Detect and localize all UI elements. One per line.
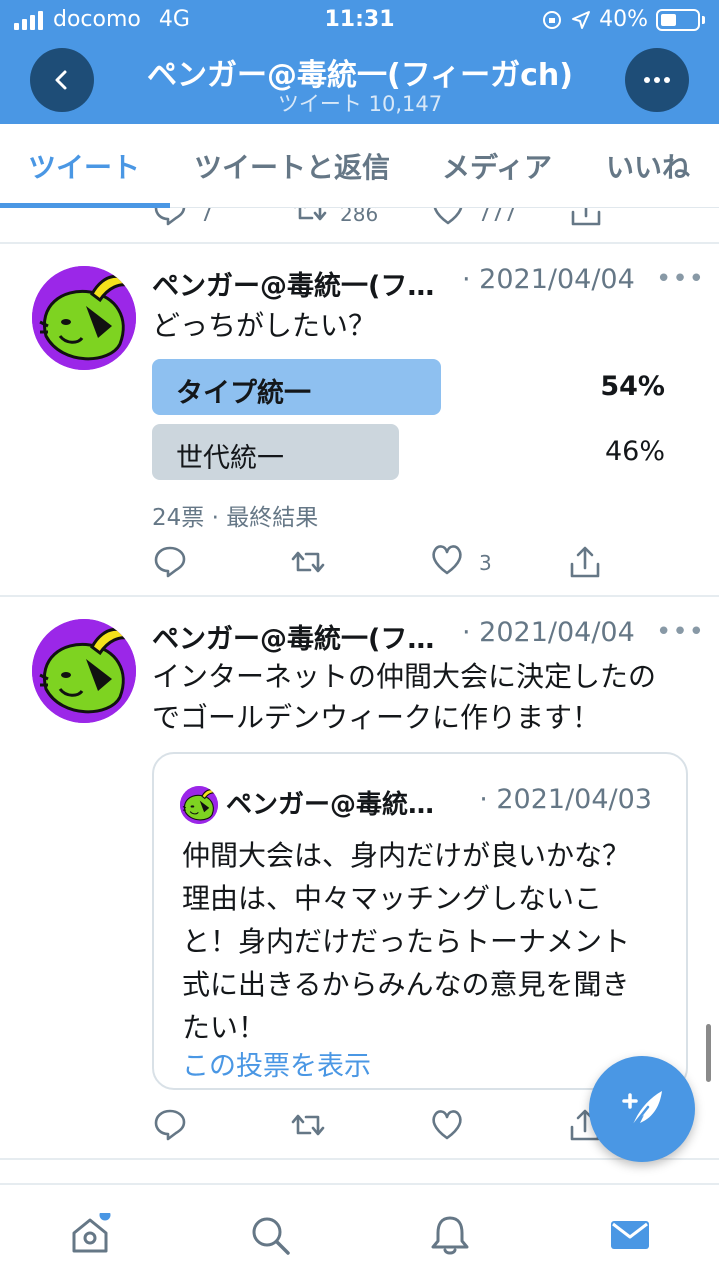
poll-results-meta: 24票 · 最終結果 xyxy=(152,505,319,531)
retweet-count: 286 xyxy=(340,208,379,226)
tab-media[interactable]: メディア xyxy=(442,146,552,186)
back-button[interactable] xyxy=(30,48,94,112)
reply-count: 7 xyxy=(200,208,213,226)
tweet-more-icon[interactable]: ••• xyxy=(656,264,705,294)
nav-home[interactable] xyxy=(68,1209,112,1257)
tab-likes[interactable]: いいね xyxy=(606,146,690,186)
tweet-author-name[interactable]: ペンガー@毒統一(フ… xyxy=(152,617,434,656)
tweet-date: · 2021/04/04 xyxy=(462,264,635,295)
bottom-navigation xyxy=(0,1183,719,1280)
quote-text-line: 仲間大会は、身内だけが良いかな？ xyxy=(182,839,631,872)
view-poll-link[interactable]: この投票を表示 xyxy=(182,1044,371,1083)
share-icon[interactable] xyxy=(568,208,604,228)
profile-header: docomo 4G 11:31 40% ペンガー@毒統一(フィーガch) ツイー… xyxy=(0,0,719,124)
status-bar: docomo 4G 11:31 40% xyxy=(0,0,719,40)
rotation-lock-icon xyxy=(543,10,562,29)
quote-text: 仲間大会は、身内だけが良いかな？ 理由は、中々マッチングしないこ と！身内だけだ… xyxy=(182,834,630,1049)
profile-tabs: ツイート ツイートと返信 メディア いいね xyxy=(0,124,719,208)
location-icon xyxy=(572,10,591,29)
tweet-text: どっちがしたい？ xyxy=(152,309,377,342)
tweet-divider xyxy=(0,595,719,597)
like-icon[interactable] xyxy=(429,1107,465,1143)
tweet-more-icon[interactable]: ••• xyxy=(656,617,705,647)
back-arrow-icon xyxy=(55,70,67,90)
tweet-text-line: インターネットの仲間大会に決定したの xyxy=(152,660,657,693)
poll-option-percent: 54% xyxy=(600,371,665,402)
more-icon xyxy=(644,77,670,83)
like-count: 3 xyxy=(479,551,492,575)
nav-search[interactable] xyxy=(248,1213,292,1257)
quote-text-line: 式に出きるからみんなの意見を聞き xyxy=(182,968,630,1001)
retweet-icon[interactable] xyxy=(290,544,326,580)
poll-option-percent: 46% xyxy=(604,436,665,467)
nav-notifications[interactable] xyxy=(428,1213,472,1257)
tweet-text-line: でゴールデンウィークに作ります！ xyxy=(152,701,601,734)
notifications-icon xyxy=(431,1216,469,1255)
search-icon xyxy=(252,1217,290,1255)
tweet-count: ツイート 10,147 xyxy=(277,92,443,116)
quote-text-line: たい！ xyxy=(182,1011,267,1044)
tab-tweets[interactable]: ツイート xyxy=(28,146,140,186)
share-icon[interactable] xyxy=(567,544,603,580)
like-count: 777 xyxy=(478,208,517,226)
battery-percent: 40% xyxy=(599,7,648,32)
tweet-author-name[interactable]: ペンガー@毒統一(フ… xyxy=(152,264,434,303)
tweet-divider xyxy=(0,1158,719,1160)
tab-tweets-and-replies[interactable]: ツイートと返信 xyxy=(194,146,390,186)
quote-avatar xyxy=(180,786,218,824)
avatar[interactable] xyxy=(32,266,136,370)
tweet-divider xyxy=(0,242,719,244)
quote-date: · 2021/04/03 xyxy=(479,784,652,815)
like-icon[interactable] xyxy=(429,542,465,578)
home-icon xyxy=(72,1209,111,1253)
reply-icon[interactable] xyxy=(152,1107,188,1143)
compose-icon xyxy=(622,1091,662,1129)
quote-author-name: ペンガー@毒統… xyxy=(226,790,435,820)
reply-icon[interactable] xyxy=(152,544,188,580)
retweet-icon[interactable] xyxy=(290,1107,326,1143)
quote-text-line: 理由は、中々マッチングしないこ xyxy=(182,882,603,915)
tweet-feed: 7 286 777 ペンガー@毒統一(フ… · 2021/04/04 ••• ど… xyxy=(0,208,719,1183)
poll-option-label: タイプ統一 xyxy=(176,378,311,409)
retweet-icon[interactable] xyxy=(292,208,328,228)
tweet-date: · 2021/04/04 xyxy=(462,617,635,648)
battery-icon xyxy=(656,8,700,31)
poll-option-label: 世代統一 xyxy=(176,443,284,474)
like-icon[interactable] xyxy=(430,208,466,228)
quoted-tweet[interactable]: ペンガー@毒統… · 2021/04/03 仲間大会は、身内だけが良いかな？ 理… xyxy=(152,752,688,1090)
compose-tweet-button[interactable] xyxy=(589,1056,695,1162)
avatar[interactable] xyxy=(32,619,136,723)
messages-icon xyxy=(611,1221,649,1249)
more-options-button[interactable] xyxy=(625,48,689,112)
reply-icon[interactable] xyxy=(152,208,188,228)
quote-text-line: と！身内だけだったらトーナメント xyxy=(182,925,631,958)
scroll-indicator[interactable] xyxy=(706,1024,711,1082)
nav-messages[interactable] xyxy=(608,1213,652,1257)
